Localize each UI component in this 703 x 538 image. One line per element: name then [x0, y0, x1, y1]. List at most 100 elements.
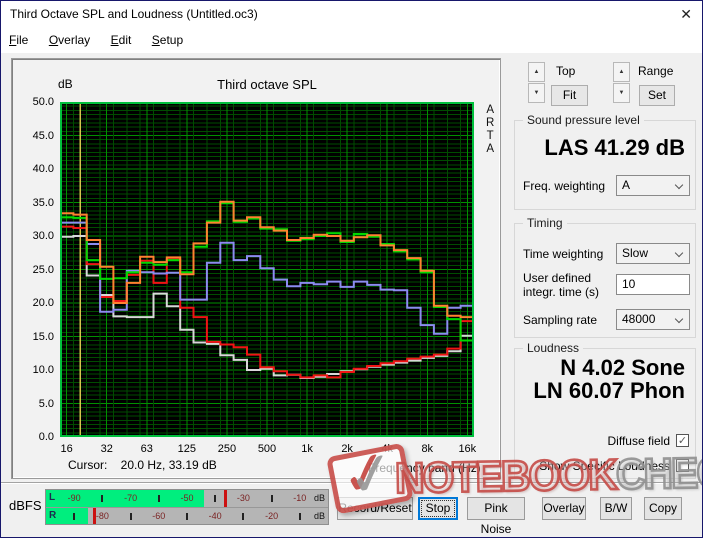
sampling-rate-select[interactable]: 48000: [616, 309, 690, 330]
chevron-down-icon: [674, 248, 684, 258]
top-down-arrow-icon[interactable]: ▼: [528, 83, 545, 103]
x-tick-label: 125: [177, 443, 197, 455]
meter-scale-label: -50: [180, 493, 194, 503]
spl-group-title: Sound pressure level: [523, 113, 644, 127]
meter-row-r: R -80 -60 -40 -20 dB: [46, 507, 328, 524]
overlay-button[interactable]: Overlay: [542, 497, 586, 520]
menu-setup[interactable]: Setup: [144, 29, 191, 51]
x-tick-label: 16: [60, 443, 73, 455]
meter-tick: [157, 495, 160, 502]
y-tick-label: 40.0: [32, 163, 54, 175]
pink-noise-button[interactable]: Pink Noise: [467, 497, 525, 536]
loudness-group-title: Loudness: [523, 341, 584, 355]
meter-scale-label: -30: [236, 493, 250, 503]
menu-file[interactable]: File: [1, 29, 36, 51]
spl-groupbox: Sound pressure level LAS 41.29 dB Freq. …: [514, 113, 696, 210]
stop-button[interactable]: Stop: [418, 497, 458, 520]
y-tick-label: 20.0: [32, 297, 54, 309]
show-specific-loudness-label: Show Specific Loudness: [539, 459, 670, 473]
y-tick-label: 35.0: [32, 196, 54, 209]
timing-group-title: Timing: [523, 216, 567, 230]
loudness-phon-value: LN 60.07 Phon: [533, 378, 685, 403]
timing-groupbox: Timing Time weighting Slow User defined …: [514, 216, 696, 338]
menu-edit[interactable]: Edit: [103, 29, 140, 51]
x-tick-label: 8k: [421, 443, 434, 455]
freq-weighting-value: A: [622, 178, 631, 192]
range-up-arrow-icon[interactable]: ▲: [613, 62, 630, 82]
y-tick-label: 10.0: [32, 364, 54, 376]
bw-button[interactable]: B/W: [600, 497, 632, 520]
cursor-readout: Cursor: 20.0 Hz, 33.19 dB: [68, 458, 217, 472]
menu-bar: File Overlay Edit Setup: [1, 29, 702, 53]
top-up-arrow-icon[interactable]: ▲: [528, 62, 545, 82]
time-weighting-select[interactable]: Slow: [616, 243, 690, 264]
meter-tick: [73, 513, 76, 520]
top-spinner: ▲ ▼: [528, 62, 545, 104]
y-tick-label: 50.0: [32, 96, 54, 108]
meter-tick: [129, 513, 132, 520]
dbfs-label: dBFS: [9, 498, 42, 513]
arta-logo-label: ARTA: [486, 104, 495, 155]
window-title: Third Octave SPL and Loudness (Untitled.…: [10, 7, 258, 21]
meter-scale-label: -80: [95, 511, 109, 521]
meter-tick: [186, 513, 188, 520]
diffuse-field-checkbox[interactable]: ✓: [676, 434, 689, 447]
y-tick-label: 5.0: [38, 397, 54, 410]
meter-unit-label: dB: [313, 493, 325, 503]
fit-button[interactable]: Fit: [551, 85, 588, 106]
meter-scale-label: -90: [67, 493, 81, 503]
meter-scale-label: -40: [208, 511, 222, 521]
bottom-separator: [1, 482, 702, 484]
top-label: Top: [556, 64, 576, 78]
range-label: Range: [638, 64, 674, 78]
meter-channel-label: R: [49, 510, 57, 521]
x-tick-label: 1k: [301, 443, 313, 455]
x-tick-label: 16k: [458, 443, 477, 455]
time-weighting-value: Slow: [622, 246, 649, 260]
integr-time-input[interactable]: 10: [616, 274, 690, 295]
record-reset-button[interactable]: Record/Reset: [337, 497, 413, 520]
level-meter: L -90 -70 -50 -30 -10 dB R -80 -60 -40 -20 dB: [45, 489, 329, 525]
set-button[interactable]: Set: [639, 85, 675, 106]
menu-overlay[interactable]: Overlay: [41, 29, 98, 51]
x-tick-label: 500: [257, 443, 277, 455]
meter-peak-indicator: [223, 490, 227, 507]
close-icon[interactable]: ✕: [680, 6, 692, 22]
y-tick-label: 15.0: [32, 330, 54, 343]
meter-scale-label: -20: [265, 511, 279, 521]
meter-tick: [214, 495, 217, 502]
meter-tick: [242, 513, 245, 520]
y-tick-label: 25.0: [32, 263, 54, 276]
app-window: Third Octave SPL and Loudness (Untitled.…: [0, 0, 703, 538]
meter-tick: [270, 495, 273, 502]
diffuse-field-label: Diffuse field: [607, 434, 670, 448]
x-tick-label: 4k: [381, 443, 393, 455]
range-down-arrow-icon[interactable]: ▼: [613, 83, 630, 103]
sampling-rate-label: Sampling rate: [523, 313, 598, 327]
x-tick-label: 250: [217, 443, 237, 455]
meter-scale-label: -70: [124, 493, 138, 503]
show-specific-loudness-checkbox[interactable]: [676, 459, 689, 472]
spl-plot-area[interactable]: [60, 102, 474, 437]
chevron-down-icon: [674, 314, 684, 324]
y-tick-label: 45.0: [32, 129, 54, 142]
chevron-down-icon: [674, 180, 684, 190]
chart-title: Third octave SPL: [217, 77, 317, 92]
x-axis-caption: Frequency band (Hz): [368, 461, 481, 475]
meter-unit-label: dB: [313, 511, 325, 521]
title-bar: Third Octave SPL and Loudness (Untitled.…: [1, 1, 702, 29]
x-tick-label: 32: [100, 443, 113, 455]
meter-scale-label: -60: [152, 511, 166, 521]
freq-weighting-select[interactable]: A: [616, 175, 690, 196]
x-tick-label: 63: [140, 443, 153, 455]
loudness-groupbox: Loudness N 4.02 Sone LN 60.07 Phon Diffu…: [514, 341, 696, 479]
range-spinner: ▲ ▼: [613, 62, 630, 104]
integr-time-label-line1: User defined: [523, 271, 592, 285]
meter-tick: [298, 513, 301, 520]
y-tick-label: 30.0: [32, 230, 54, 242]
copy-button[interactable]: Copy: [644, 497, 682, 520]
meter-row-l: L -90 -70 -50 -30 -10 dB: [46, 490, 328, 507]
meter-scale-label: -10: [293, 493, 307, 503]
chart-panel: dB Third octave SPL 50.0 45.0 40.0 35.0 30.0…: [11, 58, 501, 479]
spl-value: LAS 41.29 dB: [544, 135, 685, 160]
